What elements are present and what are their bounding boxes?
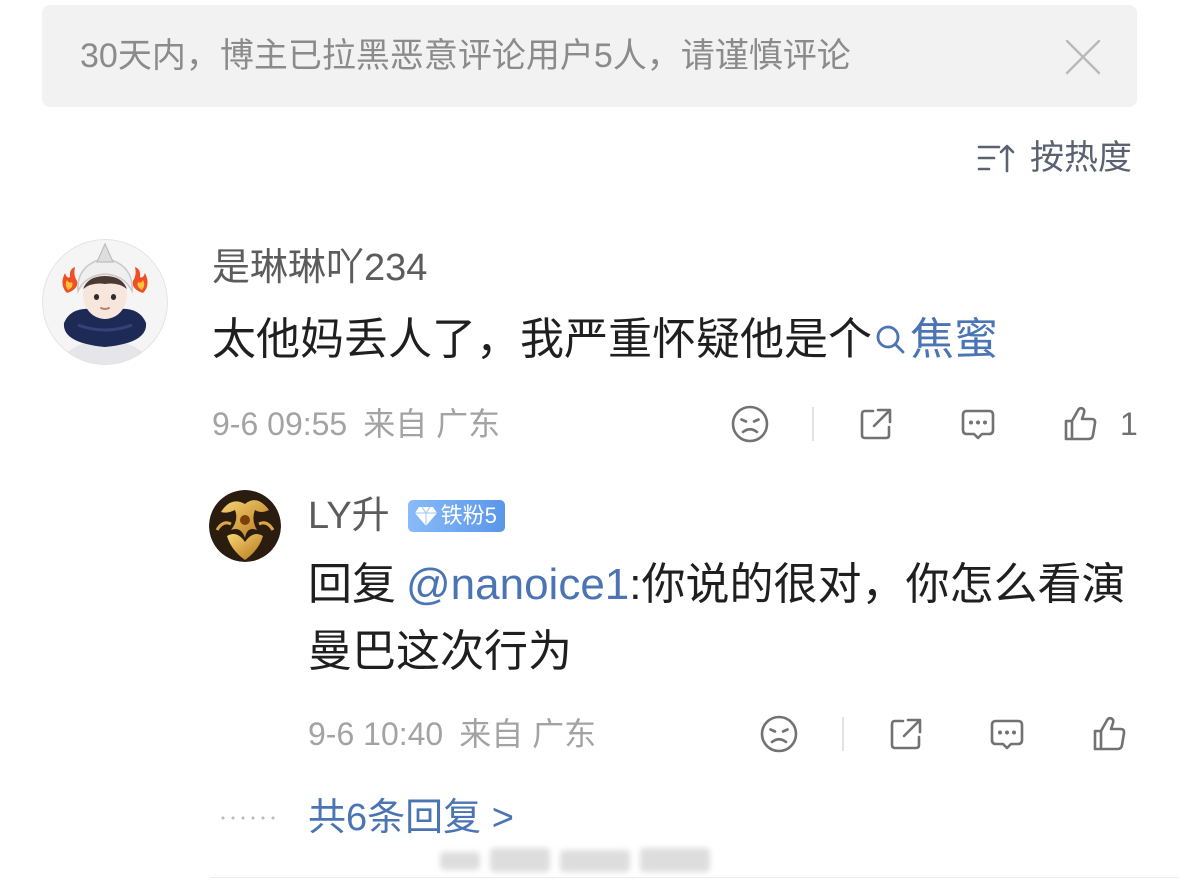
reply-meta: 9-6 10:40 来自 广东 xyxy=(308,714,596,754)
comment-location: 来自 广东 xyxy=(363,406,501,442)
share-icon[interactable] xyxy=(854,402,898,446)
avatar[interactable] xyxy=(42,239,168,365)
more-replies-dots xyxy=(218,816,278,820)
sort-icon xyxy=(976,140,1016,176)
reply-username[interactable]: LY升 xyxy=(308,491,390,541)
sort-label: 按热度 xyxy=(1030,139,1132,177)
comment-username[interactable]: 是琳琳吖234 xyxy=(212,243,427,293)
topic-link[interactable]: 焦蜜 xyxy=(872,315,998,364)
action-divider xyxy=(842,717,844,751)
notice-banner: 30天内，博主已拉黑恶意评论用户5人，请谨慎评论 xyxy=(42,5,1137,107)
fan-badge[interactable]: 铁粉5 xyxy=(407,500,505,532)
reply-avatar[interactable] xyxy=(209,490,281,562)
comment-icon[interactable] xyxy=(956,402,1000,446)
dislike-icon[interactable] xyxy=(757,712,801,756)
reply-time: 9-6 10:40 xyxy=(308,716,444,752)
diamond-icon xyxy=(414,506,437,526)
notice-text: 30天内，博主已拉黑恶意评论用户5人，请谨慎评论 xyxy=(80,37,851,75)
watermark xyxy=(440,842,715,878)
comment-meta: 9-6 09:55 来自 广东 xyxy=(212,404,500,444)
comment-icon[interactable] xyxy=(985,712,1029,756)
close-icon[interactable] xyxy=(1063,37,1103,77)
reply-prefix: 回复 xyxy=(308,560,396,609)
comment-time: 9-6 09:55 xyxy=(212,406,348,442)
like-count: 1 xyxy=(1120,406,1138,442)
bottom-divider xyxy=(210,877,1179,878)
action-divider xyxy=(812,407,814,441)
topic-link-label: 焦蜜 xyxy=(910,315,998,364)
like-icon[interactable] xyxy=(1058,402,1102,446)
comment-body: 太他妈丢人了，我严重怀疑他是个 xyxy=(212,315,872,364)
reply-location: 来自 广东 xyxy=(459,716,597,752)
comment-text: 太他妈丢人了，我严重怀疑他是个 焦蜜 xyxy=(212,312,998,368)
more-replies-link[interactable]: 共6条回复 > xyxy=(308,793,514,843)
search-icon xyxy=(876,325,905,354)
mention-link[interactable]: @nanoice1 xyxy=(406,560,629,609)
badge-label: 铁粉5 xyxy=(440,503,497,528)
share-icon[interactable] xyxy=(884,712,928,756)
reply-text: 回复 @nanoice1:你说的很对，你怎么看演曼巴这次行为 xyxy=(308,551,1138,685)
like-icon[interactable] xyxy=(1087,712,1131,756)
sort-by-hot-button[interactable]: 按热度 xyxy=(976,136,1132,180)
dislike-icon[interactable] xyxy=(728,402,772,446)
reply-header: LY升 铁粉5 xyxy=(308,490,505,542)
